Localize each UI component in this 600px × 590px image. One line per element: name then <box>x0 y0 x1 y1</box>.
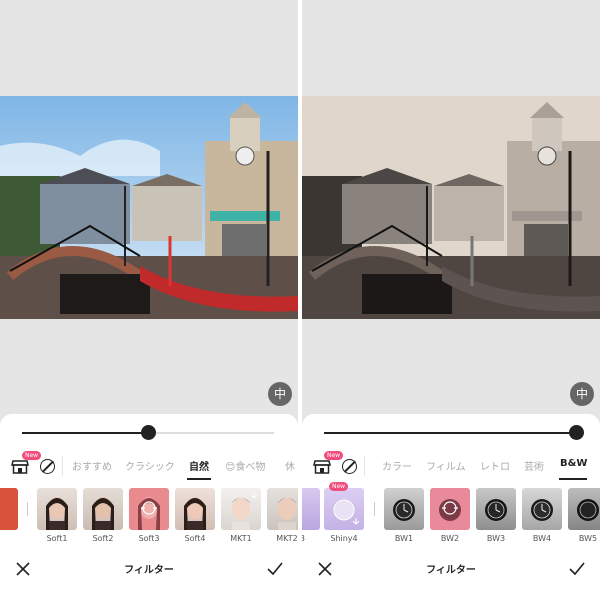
category-tabs: New おすすめ クラシック 自然 😊食べ物 休 <box>0 451 298 480</box>
filter-label: BW5 <box>578 534 598 543</box>
filter-thumb-shiny4[interactable] <box>324 488 364 530</box>
filter-label: Soft2 <box>92 534 114 543</box>
filter-thumb[interactable] <box>0 488 18 530</box>
category-tabs: New カラー フィルム レトロ 芸術 B&W <box>302 451 600 480</box>
filter-label: BW1 <box>394 534 414 543</box>
filter-thumb[interactable] <box>302 488 320 530</box>
tab-color[interactable]: カラー <box>382 458 412 473</box>
active-tab-indicator <box>187 478 211 480</box>
filter-thumb-mkt2[interactable] <box>267 488 298 530</box>
tab-food[interactable]: 😊食べ物 <box>225 458 265 473</box>
filter-label: BW3 <box>486 534 506 543</box>
filter-thumb-soft4[interactable] <box>175 488 215 530</box>
check-icon[interactable] <box>266 560 284 578</box>
tab-divider <box>62 456 63 476</box>
filter-thumb-soft2[interactable] <box>83 488 123 530</box>
slider-fill <box>324 432 576 434</box>
new-badge: New <box>324 451 344 460</box>
tab-bw[interactable]: B&W <box>560 458 587 469</box>
tab-divider <box>364 456 365 476</box>
photo-original <box>0 96 298 319</box>
photo-bw-filtered <box>302 96 600 319</box>
filter-label: MKT2 <box>276 534 298 543</box>
tab-recommended[interactable]: おすすめ <box>72 458 112 473</box>
compare-button[interactable]: 中 <box>570 382 594 406</box>
bottom-bar: フィルター <box>0 552 298 590</box>
filter-label: 2 <box>0 534 23 543</box>
filter-thumb-bw2-selected[interactable] <box>430 488 470 530</box>
filter-label: BW4 <box>532 534 552 543</box>
filter-label: Soft4 <box>184 534 206 543</box>
tab-film[interactable]: フィルム <box>426 458 466 473</box>
tab-nature[interactable]: 自然 <box>189 458 209 473</box>
new-badge: New <box>22 451 42 460</box>
intensity-slider[interactable] <box>22 425 274 440</box>
tab-classic[interactable]: クラシック <box>125 458 175 473</box>
filter-thumb-bw1[interactable] <box>384 488 424 530</box>
slider-thumb[interactable] <box>141 425 156 440</box>
screen-title: フィルター <box>124 565 174 576</box>
compare-button[interactable]: 中 <box>268 382 292 406</box>
filter-thumb-soft3-selected[interactable] <box>129 488 169 530</box>
thumb-divider <box>374 502 375 516</box>
filter-label: Soft3 <box>138 534 160 543</box>
bottom-bar: フィルター <box>302 552 600 590</box>
filter-label: Soft1 <box>46 534 68 543</box>
filter-label: Shiny4 <box>330 534 358 543</box>
no-filter-icon[interactable] <box>342 459 357 474</box>
new-badge: New <box>329 482 349 491</box>
filter-thumb-bw3[interactable] <box>476 488 516 530</box>
no-filter-icon[interactable] <box>40 459 55 474</box>
tab-art[interactable]: 芸術 <box>524 458 544 473</box>
filter-thumb-bw5[interactable] <box>568 488 600 530</box>
filter-label: BW2 <box>440 534 460 543</box>
tab-retro[interactable]: レトロ <box>480 458 510 473</box>
tab-holiday[interactable]: 休 <box>285 458 295 473</box>
left-editor-panel: 中 New おすすめ クラシック 自然 😊食べ物 休 2 Soft1 Soft <box>0 0 298 590</box>
filter-thumb-bw4[interactable] <box>522 488 562 530</box>
right-editor-panel: 中 New カラー フィルム レトロ 芸術 B&W y3 New Shiny4 <box>302 0 600 590</box>
intensity-slider[interactable] <box>324 425 584 440</box>
filter-thumbnails: 2 Soft1 Soft2 Soft3 Soft4 MKT1 MKT2 <box>0 488 298 548</box>
active-tab-indicator <box>559 478 587 480</box>
slider-thumb[interactable] <box>569 425 584 440</box>
slider-fill <box>22 432 148 434</box>
filter-thumb-mkt1[interactable] <box>221 488 261 530</box>
filter-thumb-soft1[interactable] <box>37 488 77 530</box>
screen-title: フィルター <box>426 565 476 576</box>
filter-label: MKT1 <box>230 534 252 543</box>
check-icon[interactable] <box>568 560 586 578</box>
filter-thumbnails: y3 New Shiny4 BW1 BW2 BW3 BW4 BW5 <box>302 482 600 548</box>
thumb-divider <box>27 502 28 516</box>
